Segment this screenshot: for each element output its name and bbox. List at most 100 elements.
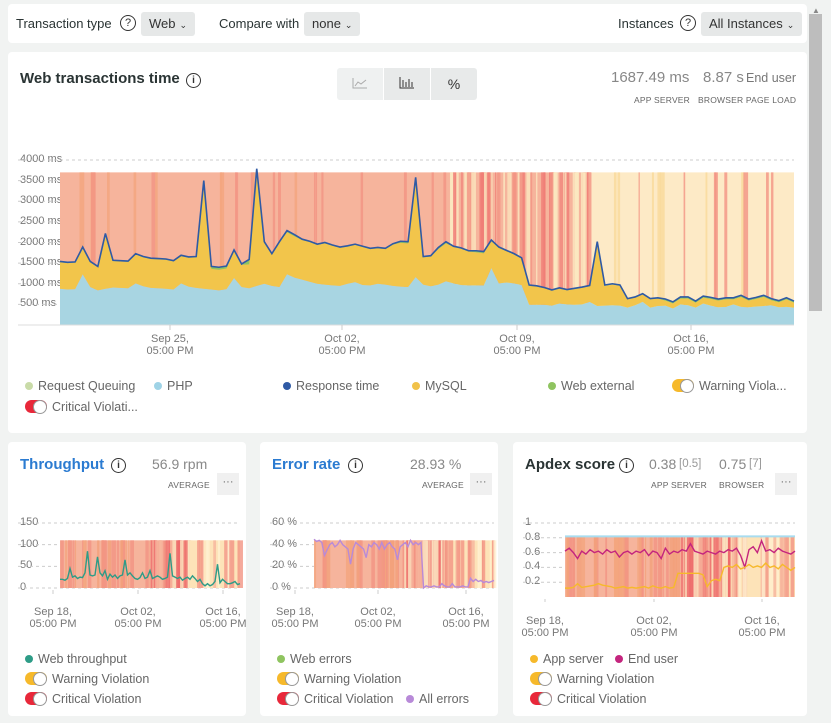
violation-stripe: [718, 536, 722, 597]
legend-dot-icon: [412, 382, 420, 390]
x-tick-label: Oct 02, 05:00 PM: [318, 333, 366, 357]
violation-stripe: [68, 540, 71, 588]
apdex-panel: Apdex score i 0.38 [0.5] 0.75 [7] APP SE…: [513, 442, 807, 716]
instances-label: Instances: [618, 16, 674, 31]
violation-stripe: [356, 540, 360, 588]
transaction-type-help-icon[interactable]: ?: [120, 15, 136, 31]
violation-stripe: [116, 540, 120, 588]
legend-label: Response time: [296, 379, 380, 393]
legend-item-request-queuing[interactable]: Request Queuing: [25, 379, 135, 393]
legend-label: End user: [628, 652, 679, 666]
violation-stripe: [623, 536, 625, 597]
toggle-icon[interactable]: [277, 671, 299, 686]
instances-help-icon[interactable]: ?: [680, 15, 696, 31]
transaction-type-dropdown[interactable]: Web ⌄: [141, 12, 196, 36]
x-tick-label: Oct 09, 05:00 PM: [493, 333, 541, 357]
x-tick-label: Sep 18, 05:00 PM: [521, 615, 569, 639]
instances-value: All Instances: [709, 16, 783, 31]
x-tick-label: Oct 02, 05:00 PM: [114, 606, 162, 630]
violation-stripe: [438, 540, 441, 588]
violation-stripe: [75, 540, 77, 588]
toggle-icon[interactable]: [530, 671, 552, 686]
legend-item-all-errors[interactable]: All errors: [406, 692, 469, 706]
toggle-icon[interactable]: [672, 378, 694, 393]
toggle-icon[interactable]: [25, 691, 47, 706]
error-rate-panel: Error rate i 28.93 % AVERAGE ··· 60 % 40 …: [260, 442, 498, 716]
violation-stripe: [130, 540, 134, 588]
violation-stripe: [206, 540, 209, 588]
legend-item-end-user[interactable]: End user: [615, 652, 678, 666]
legend-dot-icon: [548, 382, 556, 390]
legend-label: Critical Violati...: [52, 400, 138, 414]
violation-stripe: [677, 536, 681, 597]
violation-stripe: [680, 536, 684, 597]
violation-stripe: [431, 540, 433, 588]
violation-stripe: [180, 540, 184, 588]
violation-stripe: [605, 536, 608, 597]
legend-item-critical-violati[interactable]: Critical Violati...: [25, 399, 138, 414]
violation-stripe: [65, 540, 68, 588]
x-tick-label: Oct 02, 05:00 PM: [630, 615, 678, 639]
violation-stripe: [237, 540, 239, 588]
x-tick-label: Sep 18, 05:00 PM: [271, 606, 319, 630]
transaction-type-value: Web: [149, 16, 176, 31]
legend-item-critical-violation[interactable]: Critical Violation: [25, 691, 141, 706]
legend-item-app-server[interactable]: App server: [530, 652, 603, 666]
violation-stripe: [314, 540, 317, 588]
legend-label: PHP: [167, 379, 193, 393]
violation-stripe: [187, 540, 190, 588]
violation-stripe: [72, 540, 75, 588]
legend-item-warning-violation[interactable]: Warning Violation: [25, 671, 150, 686]
scrollbar-thumb[interactable]: [809, 14, 822, 311]
compare-with-dropdown[interactable]: none ⌄: [304, 12, 361, 36]
legend-label: Critical Violation: [304, 692, 394, 706]
violation-stripe: [145, 540, 149, 588]
legend-item-critical-violation[interactable]: Critical Violation: [530, 691, 647, 706]
legend-item-warning-violation[interactable]: Warning Violation: [277, 671, 401, 686]
violation-stripe: [709, 536, 712, 597]
transaction-type-label: Transaction type: [16, 16, 112, 31]
legend-item-response-time[interactable]: Response time: [283, 379, 379, 393]
x-tick-label: Oct 16, 05:00 PM: [199, 606, 247, 630]
apdex-chart[interactable]: [513, 442, 807, 602]
violation-stripe: [440, 540, 443, 588]
violation-stripe: [790, 536, 795, 597]
legend-item-warning-violation[interactable]: Warning Violation: [530, 671, 654, 686]
toggle-icon[interactable]: [530, 691, 552, 706]
legend-item-web-throughput[interactable]: Web throughput: [25, 652, 127, 666]
legend-item-mysql[interactable]: MySQL: [412, 379, 467, 393]
violation-stripe: [698, 536, 703, 597]
throughput-chart[interactable]: [8, 442, 246, 602]
instances-dropdown[interactable]: All Instances ⌄: [701, 12, 803, 36]
x-tick-label: Oct 16, 05:00 PM: [667, 333, 715, 357]
toggle-icon[interactable]: [25, 399, 47, 414]
chevron-down-icon: ⌄: [179, 20, 188, 30]
legend-item-web-errors[interactable]: Web errors: [277, 652, 352, 666]
compare-with-value: none: [312, 16, 341, 31]
violation-stripe: [713, 536, 718, 597]
x-tick-label: Oct 02, 05:00 PM: [354, 606, 402, 630]
violation-stripe: [371, 540, 375, 588]
legend-label: Warning Violation: [52, 672, 150, 686]
legend-label: Critical Violation: [557, 692, 647, 706]
legend-item-web-external[interactable]: Web external: [548, 379, 634, 393]
violation-stripe: [184, 540, 189, 588]
violation-stripe: [325, 540, 327, 588]
legend-label: App server: [543, 652, 604, 666]
violation-stripe: [172, 540, 177, 588]
legend-item-php[interactable]: PHP: [154, 379, 193, 393]
error-rate-chart[interactable]: [260, 442, 498, 602]
toggle-icon[interactable]: [277, 691, 299, 706]
web-transactions-chart[interactable]: [8, 52, 807, 342]
violation-stripe: [150, 540, 153, 588]
legend-item-warning-viola[interactable]: Warning Viola...: [672, 378, 787, 393]
violation-stripe: [693, 536, 698, 597]
violation-stripe: [428, 540, 431, 588]
legend-dot-icon: [154, 382, 162, 390]
x-tick-label: Sep 25, 05:00 PM: [146, 333, 194, 357]
legend-dot-icon: [530, 655, 538, 663]
violation-stripe: [111, 540, 116, 588]
violation-stripe: [489, 540, 492, 588]
toggle-icon[interactable]: [25, 671, 47, 686]
legend-item-critical-violation[interactable]: Critical Violation: [277, 691, 394, 706]
